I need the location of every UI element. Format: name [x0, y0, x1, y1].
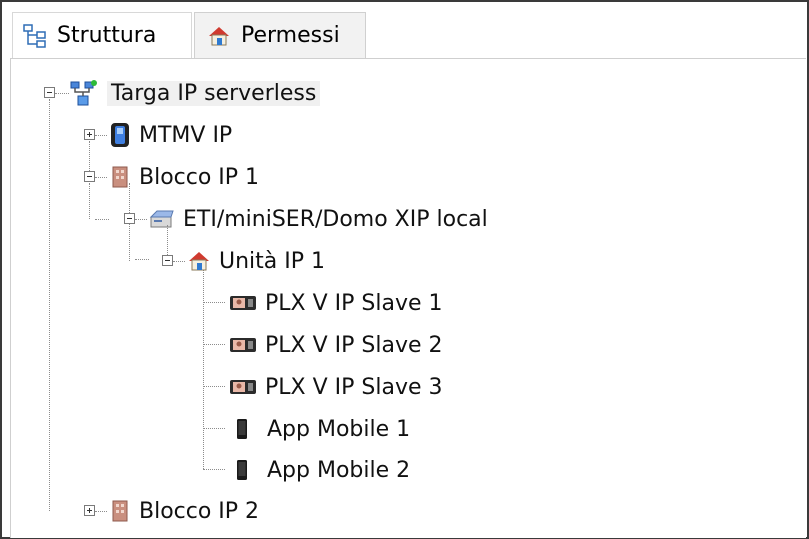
tree-connector: [49, 99, 50, 511]
structure-tree-panel: Targa IP serverless MTMV IP Blocco IP 1 …: [10, 58, 806, 538]
building-icon: [109, 165, 131, 189]
tree-node-label: Blocco IP 1: [139, 164, 260, 190]
tree-expander-root[interactable]: [44, 87, 55, 98]
tree-connector: [95, 511, 107, 512]
tab-permessi[interactable]: Permessi: [194, 12, 366, 58]
tree-node-plx-slave-3[interactable]: PLX V IP Slave 3: [229, 369, 442, 405]
structure-icon: [23, 23, 47, 48]
tree-node-label: Unità IP 1: [219, 248, 326, 274]
monitor-icon: [229, 378, 257, 396]
phone-icon: [235, 418, 249, 440]
tree-connector: [167, 225, 168, 255]
tree-connector: [173, 261, 185, 262]
tree-expander-blocco2[interactable]: [84, 505, 95, 516]
tree-connector: [95, 135, 107, 136]
building-icon: [109, 499, 131, 523]
tab-permessi-label: Permessi: [241, 23, 340, 48]
monitor-icon: [229, 336, 257, 354]
tree-node-plx-slave-2[interactable]: PLX V IP Slave 2: [229, 327, 442, 363]
tree-node-label: MTMV IP: [139, 122, 233, 148]
tree-expander-unita[interactable]: [162, 255, 173, 266]
window-frame: Struttura Permessi Targa IP serverless M…: [0, 0, 809, 539]
tree-expander-eti[interactable]: [124, 213, 135, 224]
phone-icon: [235, 459, 249, 481]
tree-node-label: PLX V IP Slave 3: [265, 374, 443, 400]
tree-node-label: App Mobile 2: [267, 457, 411, 483]
tree-connector: [89, 183, 90, 219]
tree-node-blocco-ip-1[interactable]: Blocco IP 1: [109, 159, 259, 195]
tree-node-app-mobile-2[interactable]: App Mobile 2: [235, 452, 410, 488]
tab-strip: Struttura Permessi: [2, 2, 807, 60]
tree-node-label: PLX V IP Slave 1: [265, 290, 443, 316]
tree-node-eti[interactable]: ETI/miniSER/Domo XIP local: [149, 201, 488, 237]
tree-connector: [203, 469, 225, 470]
tree-connector: [89, 141, 90, 171]
tree-node-unita-ip-1[interactable]: Unità IP 1: [187, 243, 325, 279]
tree-connector: [135, 219, 147, 220]
tree-node-blocco-ip-2[interactable]: Blocco IP 2: [109, 493, 259, 529]
tree-node-label: Blocco IP 2: [139, 498, 260, 524]
tab-struttura-label: Struttura: [57, 23, 157, 48]
network-server-icon: [69, 79, 99, 107]
tree-node-app-mobile-1[interactable]: App Mobile 1: [235, 411, 410, 447]
tree-node-label: ETI/miniSER/Domo XIP local: [183, 206, 488, 232]
tree-connector: [203, 428, 225, 429]
tree-expander-mtmv[interactable]: [84, 129, 95, 140]
tree-connector: [203, 302, 225, 303]
server-icon: [149, 207, 175, 231]
house-icon: [187, 249, 211, 273]
tree-node-plx-slave-1[interactable]: PLX V IP Slave 1: [229, 285, 442, 321]
tree-connector: [95, 219, 109, 220]
tree-node-label: PLX V IP Slave 2: [265, 332, 443, 358]
tree-node-mtmv-ip[interactable]: MTMV IP: [109, 117, 232, 153]
tree-connector: [203, 344, 225, 345]
tree-connector: [203, 265, 204, 469]
tree-connector: [135, 259, 149, 260]
tree-node-label: Targa IP serverless: [107, 80, 321, 106]
tree-connector: [95, 177, 107, 178]
tree-connector: [203, 386, 225, 387]
tree-expander-blocco1[interactable]: [84, 171, 95, 182]
permissions-house-icon: [207, 24, 231, 48]
tab-struttura[interactable]: Struttura: [12, 12, 192, 58]
tree-connector: [55, 93, 69, 94]
tree-connector: [129, 183, 130, 213]
tree-node-root[interactable]: Targa IP serverless: [69, 75, 321, 111]
tree-node-label: App Mobile 1: [267, 416, 411, 442]
monitor-icon: [229, 294, 257, 312]
device-panel-icon: [109, 122, 131, 148]
tree-connector: [129, 223, 130, 261]
